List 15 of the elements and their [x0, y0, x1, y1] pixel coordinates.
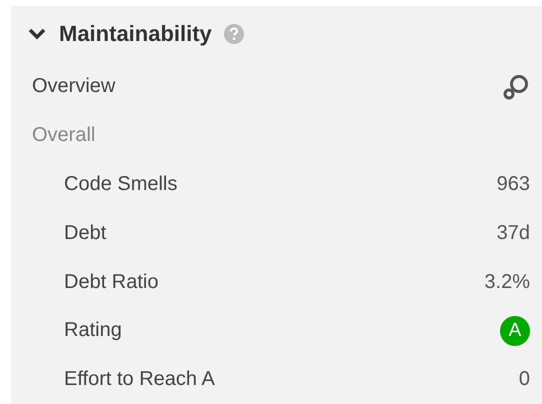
bubble-chart-icon[interactable] — [502, 72, 530, 101]
metric-label[interactable]: Debt Ratio — [64, 270, 158, 294]
metric-label[interactable]: Effort to Reach A — [64, 368, 215, 392]
group-label: Overall — [32, 124, 96, 148]
chevron-icon[interactable] — [27, 27, 47, 42]
metric-label[interactable]: Code Smells — [64, 173, 178, 196]
metric-label[interactable]: Rating — [64, 319, 122, 342]
overview-link[interactable]: Overview — [32, 75, 116, 98]
rating-badge: A — [500, 316, 530, 346]
metric-value[interactable]: 0 — [518, 368, 530, 392]
metric-label[interactable]: Debt — [64, 222, 106, 245]
section-title: Maintainability — [59, 21, 212, 48]
metric-value[interactable]: 37d — [496, 222, 530, 245]
metric-value[interactable]: 3.2% — [484, 270, 530, 294]
metric-value[interactable]: 963 — [496, 173, 530, 196]
